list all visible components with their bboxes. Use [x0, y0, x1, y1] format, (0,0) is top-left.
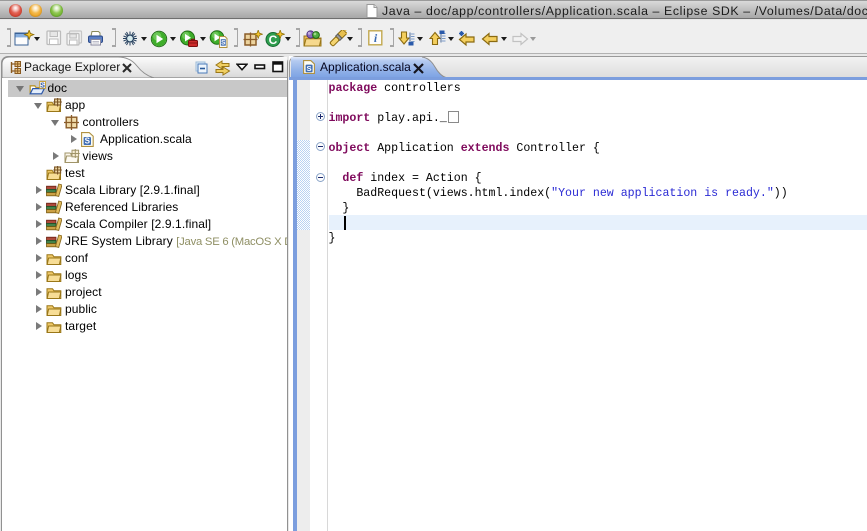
- svg-text:C: C: [269, 33, 278, 47]
- svg-text:S: S: [40, 82, 45, 89]
- svg-text:S: S: [221, 40, 226, 47]
- svg-text:S: S: [307, 64, 312, 73]
- svg-text:S: S: [85, 136, 91, 145]
